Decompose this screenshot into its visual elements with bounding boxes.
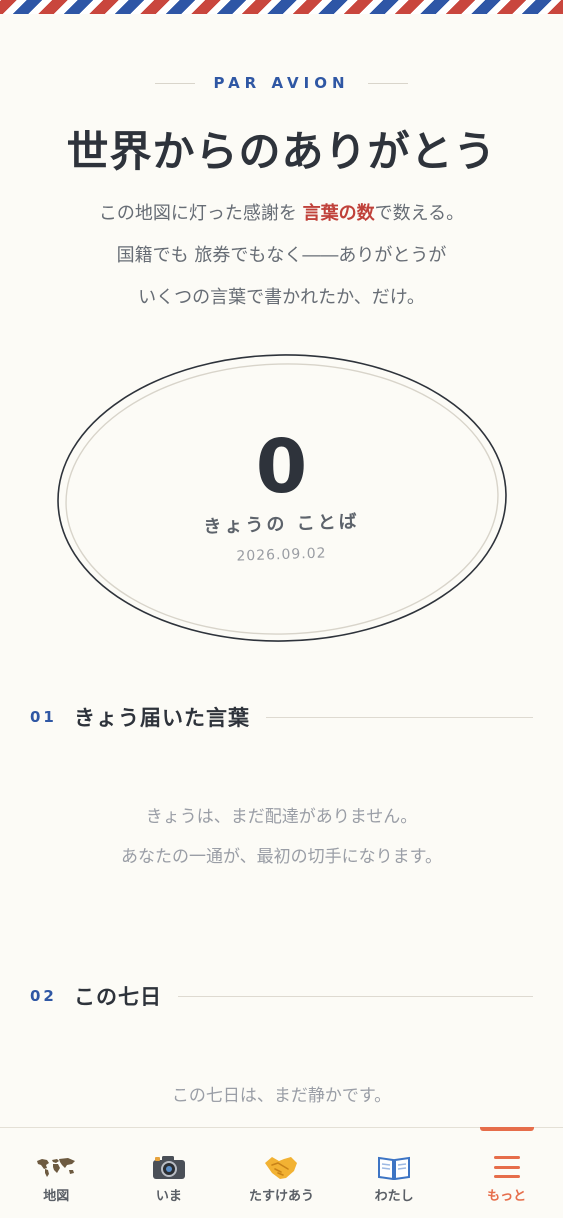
camera-icon [152, 1153, 186, 1181]
tab-label: いま [155, 1189, 182, 1204]
eyebrow-rule-left [155, 82, 196, 84]
section-heading: きょう届いた言葉 [74, 706, 250, 730]
eyebrow-rule-right [367, 82, 408, 84]
menu-icon [493, 1153, 520, 1181]
eyebrow: PAR AVION [0, 74, 563, 92]
tab-label: もっと [487, 1189, 527, 1204]
airmail-border [0, 0, 563, 14]
world-map-icon [35, 1153, 77, 1181]
section-today-header: 01 きょう届いた言葉 [30, 702, 533, 732]
tab-label: たすけあう [248, 1189, 314, 1204]
page: PAR AVION 世界からのありがとう この地図に灯った感謝を 言葉の数で数え… [0, 0, 563, 1218]
section-heading: この七日 [74, 985, 162, 1009]
page-title: 世界からのありがとう [66, 127, 497, 176]
empty-line: きょうは、まだ配達がありません。 [145, 807, 418, 827]
section-number: 02 [30, 987, 57, 1005]
eyebrow-label: PAR AVION [213, 74, 350, 92]
scroll-fade [0, 1100, 563, 1130]
lead-line-1-before: この地図に灯った感謝を [98, 203, 303, 224]
section-divider [266, 716, 533, 718]
lead-line-2: 国籍でも 旅券でもなく――ありがとうが [116, 245, 447, 266]
tab-map[interactable]: 地図 [0, 1128, 113, 1218]
tab-label: わたし [374, 1189, 414, 1204]
today-empty-state: きょうは、まだ配達がありません。 あなたの一通が、最初の切手になります。 [0, 797, 563, 877]
lead-line-3: いくつの言葉で書かれたか、だけ。 [138, 287, 425, 308]
lead-accent: 言葉の数 [302, 203, 375, 224]
section-divider [178, 995, 533, 997]
today-word-count: 0 [255, 424, 308, 510]
tab-more[interactable]: もっと [450, 1127, 563, 1218]
tab-help[interactable]: たすけあう [225, 1128, 338, 1218]
lead-text: この地図に灯った感謝を 言葉の数で数える。 国籍でも 旅券でもなく――ありがとう… [0, 198, 563, 324]
lead-line-1-after: で数える。 [374, 203, 465, 224]
handshake-icon [264, 1153, 298, 1181]
section-number: 01 [30, 708, 57, 726]
bottom-tab-bar: 地図 いま たすけあう わたし もっと [0, 1127, 563, 1218]
empty-line: あなたの一通が、最初の切手になります。 [121, 847, 442, 867]
tab-me[interactable]: わたし [338, 1128, 451, 1218]
tab-label: 地図 [43, 1189, 70, 1204]
tab-now[interactable]: いま [113, 1128, 226, 1218]
book-icon [377, 1153, 411, 1181]
section-week-header: 02 この七日 [30, 981, 533, 1011]
lead-line-1: この地図に灯った感謝を 言葉の数で数える。 [0, 198, 563, 240]
active-tab-indicator [479, 1127, 534, 1131]
